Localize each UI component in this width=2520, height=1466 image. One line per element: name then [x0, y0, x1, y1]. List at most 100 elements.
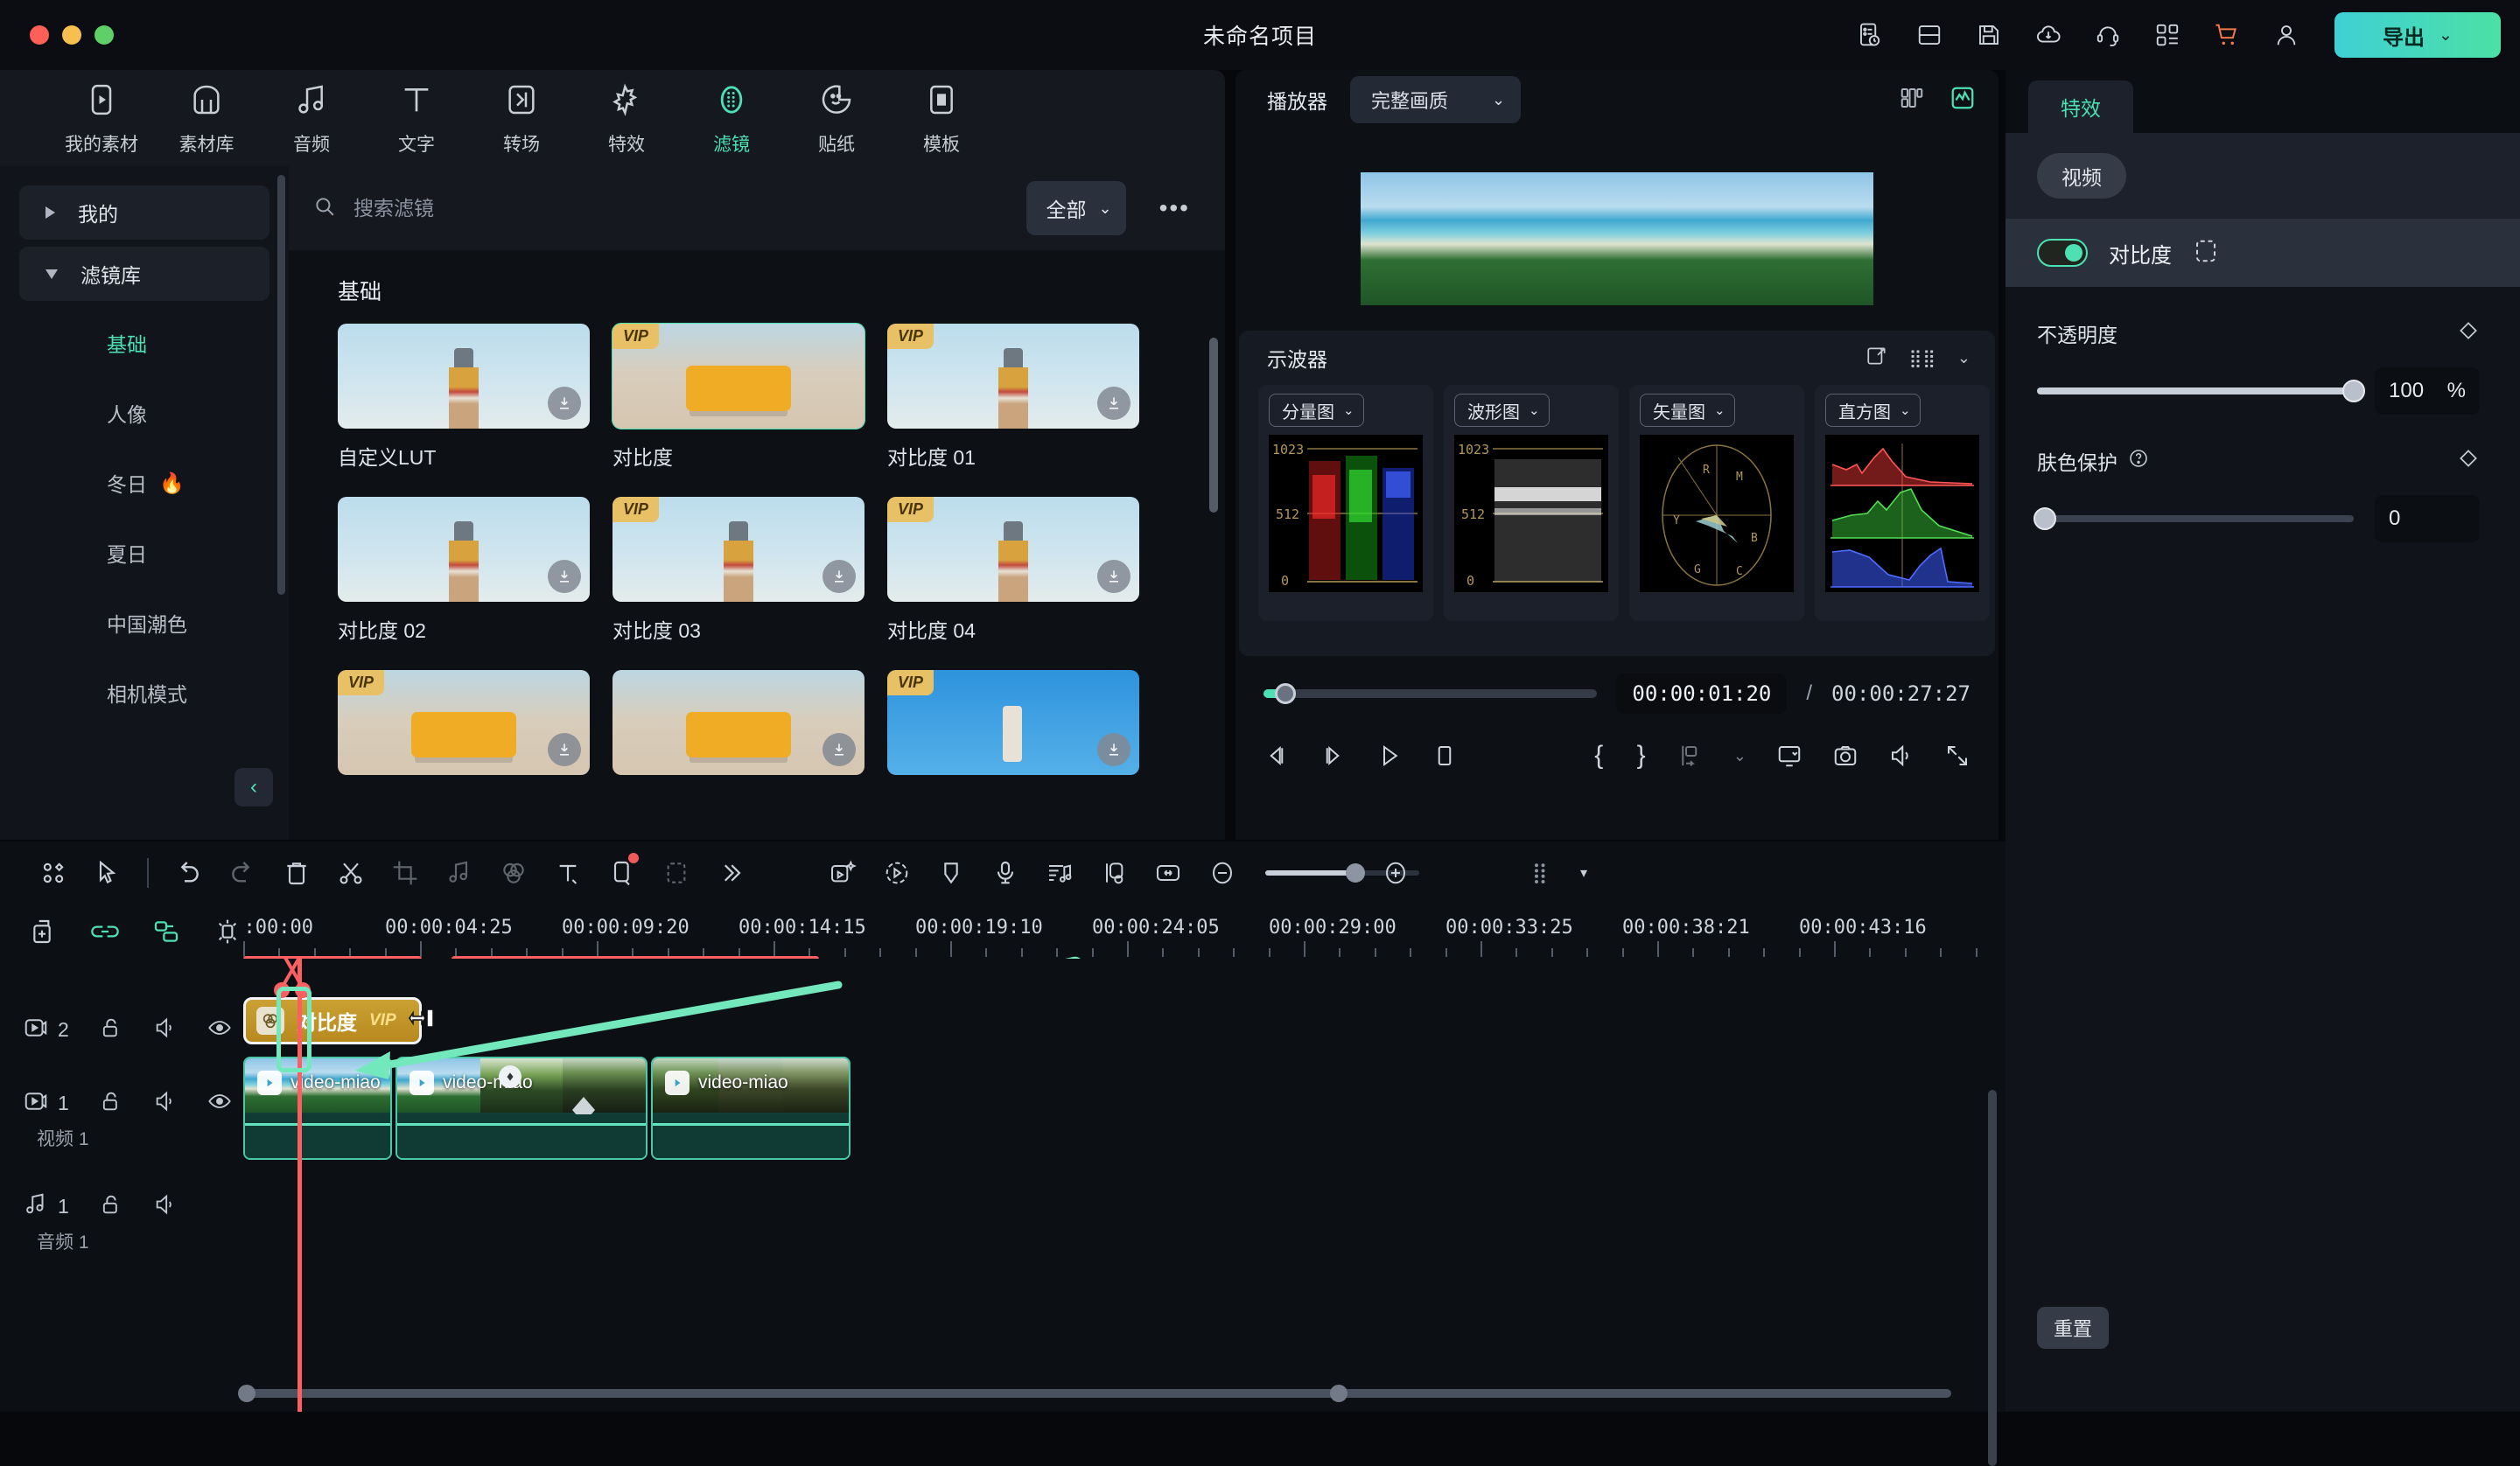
speed-icon[interactable]: [870, 846, 924, 900]
download-icon[interactable]: [548, 733, 581, 766]
filter-grid-scroll[interactable]: 基础 自定义LUT VIP 对比度 VIP 对比度 01 对比度 02 VIP …: [289, 250, 1225, 840]
chevron-down-icon[interactable]: ⌄: [1529, 402, 1540, 418]
keyframe-diamond-icon[interactable]: [2457, 447, 2480, 475]
unlock-icon[interactable]: [99, 1016, 123, 1044]
tab-transition[interactable]: 转场: [469, 80, 574, 157]
filter-card[interactable]: [612, 670, 864, 775]
chevron-right-icon[interactable]: [46, 206, 55, 219]
ai-smart-cutout-icon[interactable]: [816, 846, 870, 900]
more-chevron-icon[interactable]: [704, 846, 758, 900]
delete-icon[interactable]: [270, 846, 324, 900]
tab-my-media[interactable]: 我的素材: [49, 80, 154, 157]
tab-stock-library[interactable]: 素材库: [154, 80, 259, 157]
filter-thumbnail-selected[interactable]: VIP: [612, 323, 865, 429]
skin-protection-slider[interactable]: [2034, 507, 2354, 530]
category-scrollbar[interactable]: [277, 175, 285, 595]
zoom-out-icon[interactable]: [1195, 846, 1250, 900]
sidebar-item-portrait[interactable]: 人像: [0, 378, 289, 448]
auto-beat-icon[interactable]: [1032, 846, 1087, 900]
scope-type-select[interactable]: 矢量图 ⌄: [1640, 394, 1735, 427]
select-tool-icon[interactable]: [80, 846, 135, 900]
chevron-down-icon[interactable]: ⌄: [1900, 402, 1911, 418]
scope-parade[interactable]: 分量图 ⌄ 1023 512 0: [1258, 385, 1433, 621]
filter-card[interactable]: VIP 对比度 01: [887, 324, 1139, 471]
fullscreen-icon[interactable]: [1944, 736, 1970, 776]
subtab-video[interactable]: 视频: [2037, 153, 2126, 199]
export-button[interactable]: 导出 ⌄: [2334, 12, 2501, 58]
scope-type-select[interactable]: 波形图 ⌄: [1454, 394, 1550, 427]
sidebar-item-basic[interactable]: 基础: [0, 308, 289, 378]
skin-protection-slider-handle[interactable]: [2034, 507, 2056, 530]
scope-waveform[interactable]: 波形图 ⌄ 1023 512 0: [1444, 385, 1619, 621]
mute-icon[interactable]: [153, 1192, 178, 1221]
shopping-cart-icon[interactable]: [2207, 15, 2247, 55]
seek-bar[interactable]: [1264, 683, 1598, 704]
keyframe-diamond-icon[interactable]: [2457, 319, 2480, 347]
headset-support-icon[interactable]: [2088, 15, 2128, 55]
opacity-value-field[interactable]: 100 %: [2375, 367, 2480, 415]
mask-icon[interactable]: [649, 846, 704, 900]
layout-icon[interactable]: [1909, 15, 1950, 55]
marker-icon[interactable]: [1677, 736, 1704, 776]
audio-sync-icon[interactable]: [1087, 846, 1141, 900]
tasks-clock-icon[interactable]: [1850, 15, 1890, 55]
sidebar-item-winter[interactable]: 冬日 🔥: [0, 448, 289, 518]
download-icon[interactable]: [548, 387, 581, 420]
scope-vectorscope[interactable]: 矢量图 ⌄ R M B C G Y: [1629, 385, 1804, 621]
clip-icon[interactable]: [595, 846, 649, 900]
chevron-down-icon[interactable]: ⌄: [2439, 25, 2453, 45]
download-icon[interactable]: [1097, 560, 1130, 593]
timeline-tracks[interactable]: 对比度 VIP video-miao video-miao video-miao: [243, 959, 2006, 1412]
mute-icon[interactable]: [153, 1089, 178, 1118]
filter-thumbnail[interactable]: VIP: [887, 324, 1139, 429]
chevron-down-icon[interactable]: ⌄: [1098, 199, 1111, 218]
video-preview[interactable]: [1361, 172, 1873, 305]
chevron-down-icon[interactable]: ⌄: [1343, 402, 1354, 418]
timeline-vertical-scrollbar[interactable]: [1988, 1090, 1997, 1466]
category-group-filter-library[interactable]: 滤镜库: [19, 247, 270, 301]
help-icon[interactable]: [2128, 448, 2149, 474]
prev-frame-icon[interactable]: [1264, 736, 1290, 776]
snap-icon[interactable]: [210, 914, 245, 949]
filter-card[interactable]: VIP 对比度: [612, 323, 865, 471]
opacity-slider[interactable]: [2037, 380, 2365, 402]
filter-card[interactable]: VIP: [887, 670, 1139, 775]
collapse-sidebar-button[interactable]: ‹: [234, 768, 273, 806]
filter-card[interactable]: 自定义LUT: [338, 324, 590, 471]
filter-thumbnail[interactable]: [338, 497, 590, 602]
unlock-icon[interactable]: [99, 1192, 123, 1221]
skin-protection-value-field[interactable]: 0: [2375, 495, 2480, 542]
reset-button[interactable]: 重置: [2037, 1307, 2109, 1349]
effect-enable-toggle[interactable]: [2037, 239, 2088, 267]
download-icon[interactable]: [548, 560, 581, 593]
scope-histogram[interactable]: 直方图 ⌄: [1815, 385, 1990, 621]
volume-icon[interactable]: [1888, 736, 1914, 776]
library-toggle-icon[interactable]: [26, 846, 80, 900]
unlock-icon[interactable]: [99, 1089, 123, 1118]
mute-icon[interactable]: [153, 1016, 178, 1044]
filter-thumbnail[interactable]: VIP: [887, 670, 1139, 775]
crop-icon[interactable]: [378, 846, 432, 900]
color-icon[interactable]: [486, 846, 541, 900]
add-track-icon[interactable]: [26, 914, 61, 949]
undo-icon[interactable]: [161, 846, 215, 900]
render-preview-icon[interactable]: [1776, 736, 1802, 776]
filter-card[interactable]: VIP 对比度 03: [612, 497, 864, 644]
grid-scrollbar[interactable]: [1209, 338, 1218, 513]
tab-text[interactable]: 文字: [364, 80, 469, 157]
play-icon[interactable]: [1376, 736, 1402, 776]
filter-card[interactable]: 对比度 02: [338, 497, 590, 644]
tab-audio[interactable]: 音频: [259, 80, 364, 157]
current-timecode[interactable]: 00:00:01:20: [1616, 674, 1788, 714]
link-icon[interactable]: [88, 914, 122, 949]
ruler-ticks[interactable]: 00:00:00 00:00:04:25 00:00:09:20 00:00:14:1…: [243, 904, 2006, 959]
scrollbar-left-handle[interactable]: [238, 1385, 256, 1402]
filter-thumbnail[interactable]: [612, 670, 864, 775]
tab-effects-inspector[interactable]: 特效: [2028, 80, 2133, 133]
filter-type-select[interactable]: 全部 ⌄: [1026, 181, 1126, 235]
tab-filter[interactable]: 滤镜: [679, 80, 784, 157]
chevron-down-icon[interactable]: ⌄: [1957, 349, 1970, 367]
zoom-in-icon[interactable]: [1368, 846, 1423, 900]
sidebar-item-camera-mode[interactable]: 相机模式: [0, 658, 289, 728]
tab-template[interactable]: 模板: [889, 80, 994, 157]
